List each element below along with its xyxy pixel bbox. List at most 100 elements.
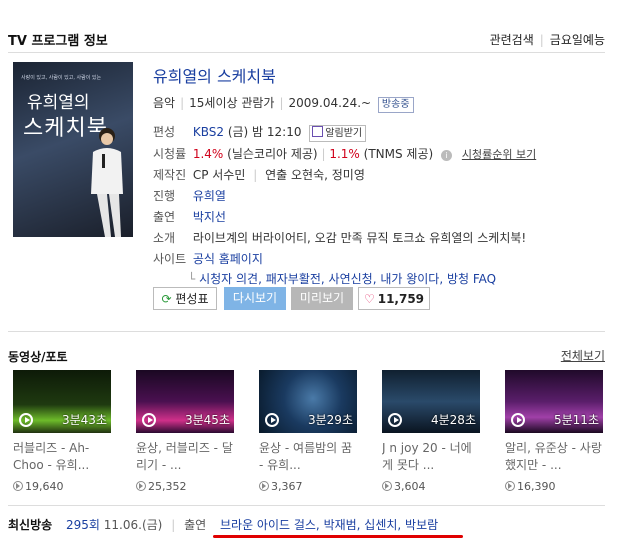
on-air-badge: 방송중 bbox=[377, 97, 414, 113]
cast-row: 출연 박지선 bbox=[153, 208, 226, 225]
clip-views: 3,604 bbox=[382, 480, 480, 493]
clip-title[interactable]: 알리, 유준상 - 사랑했지만 - ... bbox=[505, 440, 603, 474]
clip-duration: 3분29초 bbox=[308, 413, 353, 427]
info-icon[interactable]: i bbox=[441, 150, 453, 161]
header-divider bbox=[8, 52, 605, 53]
clip-thumbnail[interactable]: 5분11초 bbox=[505, 370, 603, 433]
clip-title[interactable]: 윤상, 러블리즈 - 달리기 - ... bbox=[136, 440, 234, 474]
clip-item[interactable]: 3분29초 윤상 - 여름밤의 꿈 - 유희... 3,367 bbox=[259, 370, 357, 493]
start-date: 2009.04.24.~ bbox=[288, 96, 372, 110]
section-divider bbox=[8, 505, 605, 506]
cast-label: 출연 bbox=[153, 210, 176, 224]
official-site-link[interactable]: 공식 홈페이지 bbox=[193, 252, 263, 266]
poster-tagline: 사랑이 있고, 사람이 있고, 사람이 있는 bbox=[21, 75, 102, 81]
related-search-link[interactable]: 관련검색 bbox=[490, 33, 534, 47]
section-title-tv-info: TV 프로그램 정보 bbox=[8, 34, 108, 49]
like-button[interactable]: ♡ 11,759 bbox=[358, 287, 430, 310]
clip-duration: 4분28초 bbox=[431, 413, 476, 427]
clip-item[interactable]: 5분11초 알리, 유준상 - 사랑했지만 - ... 16,390 bbox=[505, 370, 603, 493]
cast-link[interactable]: 박지선 bbox=[193, 210, 226, 224]
site-label: 사이트 bbox=[153, 252, 187, 266]
age-rating: 15세이상 관람가 bbox=[189, 96, 275, 110]
schedule-button[interactable]: ⟳ 편성표 bbox=[153, 287, 217, 310]
play-icon bbox=[511, 413, 525, 427]
schedule-label: 편성 bbox=[153, 125, 176, 139]
clip-duration: 3분43초 bbox=[62, 413, 107, 427]
intro-label: 소개 bbox=[153, 231, 176, 245]
play-icon bbox=[388, 413, 402, 427]
director-names: 연출 오현숙, 정미영 bbox=[265, 168, 365, 182]
latest-episode-link[interactable]: 295회 bbox=[66, 518, 100, 532]
site-row: 사이트 공식 홈페이지 bbox=[153, 250, 263, 267]
clips-section-title: 동영상/포토 bbox=[8, 350, 68, 364]
clip-item[interactable]: 4분28초 J n joy 20 - 너에게 못다 ... 3,604 bbox=[382, 370, 480, 493]
host-figure-image bbox=[91, 128, 123, 237]
channel-link[interactable]: KBS2 bbox=[193, 125, 224, 139]
views-icon bbox=[505, 481, 515, 491]
host-row: 진행 유희열 bbox=[153, 187, 226, 204]
clip-views: 19,640 bbox=[13, 480, 111, 493]
clip-views: 25,352 bbox=[136, 480, 234, 493]
production-row: 제작진 CP 서수민 | 연출 오현숙, 정미영 bbox=[153, 168, 365, 182]
sub-links[interactable]: 시청자 의견, 패자부활전, 사연신청, 내가 왕이다, 방청 FAQ bbox=[199, 272, 496, 286]
schedule-icon: ⟳ bbox=[161, 292, 172, 306]
clip-thumbnail[interactable]: 3분45초 bbox=[136, 370, 234, 433]
intro-text: 라이브계의 버라이어티, 오감 만족 뮤직 토크쇼 유희열의 스케치북! bbox=[192, 231, 527, 245]
ratings-label: 시청률 bbox=[153, 147, 187, 161]
replay-button[interactable]: 다시보기 bbox=[224, 287, 286, 310]
clip-duration: 3분45초 bbox=[185, 413, 230, 427]
friday-entertainment-link[interactable]: 금요일예능 bbox=[550, 33, 605, 47]
host-link[interactable]: 유희열 bbox=[193, 189, 226, 203]
clip-views: 3,367 bbox=[259, 480, 357, 493]
clip-title[interactable]: J n joy 20 - 너에게 못다 ... bbox=[382, 440, 480, 474]
latest-cast-link[interactable]: 브라운 아이드 걸스, 박재범, 십센치, 박보람 bbox=[220, 518, 438, 532]
genre: 음악 bbox=[153, 96, 176, 110]
section-divider bbox=[8, 331, 605, 332]
sub-links-row: └ 시청자 의견, 패자부활전, 사연신청, 내가 왕이다, 방청 FAQ bbox=[188, 270, 496, 287]
rating-nielsen-value: 1.4% bbox=[192, 147, 224, 161]
views-icon bbox=[13, 481, 23, 491]
broadcast-time: (금) 밤 12:10 bbox=[227, 125, 302, 139]
latest-broadcast-row: 최신방송 295회 11.06.(금) | 출연 브라운 아이드 걸스, 박재범… bbox=[8, 518, 439, 532]
cp-name: CP 서수민 bbox=[192, 168, 246, 182]
clip-item[interactable]: 3분43초 러블리즈 - Ah-Choo - 유희... 19,640 bbox=[13, 370, 111, 493]
views-icon bbox=[382, 481, 392, 491]
views-icon bbox=[136, 481, 146, 491]
annotation-underline bbox=[213, 535, 463, 538]
preview-button[interactable]: 미리보기 bbox=[291, 287, 353, 310]
sub-arrow-icon: └ bbox=[188, 272, 196, 286]
clip-thumbnail[interactable]: 3분29초 bbox=[259, 370, 357, 433]
rating-tnms-value: 1.1% bbox=[329, 147, 360, 161]
alarm-icon bbox=[312, 126, 324, 137]
latest-cast-label: 출연 bbox=[184, 518, 207, 532]
rating-nielsen-source: (닐슨코리아 제공) bbox=[227, 147, 318, 161]
heart-icon: ♡ bbox=[363, 292, 375, 306]
ratings-rank-link[interactable]: 시청률순위 보기 bbox=[462, 148, 536, 161]
view-all-link[interactable]: 전체보기 bbox=[561, 347, 605, 364]
clip-item[interactable]: 3분45초 윤상, 러블리즈 - 달리기 - ... 25,352 bbox=[136, 370, 234, 493]
rating-tnms-source: (TNMS 제공) bbox=[363, 147, 434, 161]
program-meta: 음악 | 15세이상 관람가 | 2009.04.24.~ 방송중 bbox=[153, 94, 414, 113]
clip-views: 16,390 bbox=[505, 480, 603, 493]
clip-title[interactable]: 윤상 - 여름밤의 꿈 - 유희... bbox=[259, 440, 357, 474]
clip-duration: 5분11초 bbox=[554, 413, 599, 427]
ratings-row: 시청률 1.4% (닐슨코리아 제공) | 1.1% (TNMS 제공) i 시… bbox=[153, 147, 537, 161]
latest-label: 최신방송 bbox=[8, 518, 53, 532]
host-label: 진행 bbox=[153, 189, 176, 203]
production-label: 제작진 bbox=[153, 168, 187, 182]
clip-title[interactable]: 러블리즈 - Ah-Choo - 유희... bbox=[13, 440, 111, 474]
play-icon bbox=[19, 413, 33, 427]
divider: | bbox=[539, 33, 544, 47]
clip-thumbnail[interactable]: 3분43초 bbox=[13, 370, 111, 433]
views-icon bbox=[259, 481, 269, 491]
program-title[interactable]: 유희열의 스케치북 bbox=[153, 63, 276, 87]
play-icon bbox=[265, 413, 279, 427]
program-poster[interactable]: 사랑이 있고, 사람이 있고, 사람이 있는 유희열의 스케치북 bbox=[13, 62, 133, 237]
latest-date: 11.06.(금) bbox=[103, 518, 163, 532]
header-links: 관련검색 | 금요일예능 bbox=[490, 31, 605, 48]
alarm-button[interactable]: 알림받기 bbox=[309, 125, 367, 142]
clip-thumbnail[interactable]: 4분28초 bbox=[382, 370, 480, 433]
schedule-row: 편성 KBS2 (금) 밤 12:10 알림받기 bbox=[153, 123, 367, 142]
play-icon bbox=[142, 413, 156, 427]
intro-row: 소개 라이브계의 버라이어티, 오감 만족 뮤직 토크쇼 유희열의 스케치북! bbox=[153, 229, 526, 246]
